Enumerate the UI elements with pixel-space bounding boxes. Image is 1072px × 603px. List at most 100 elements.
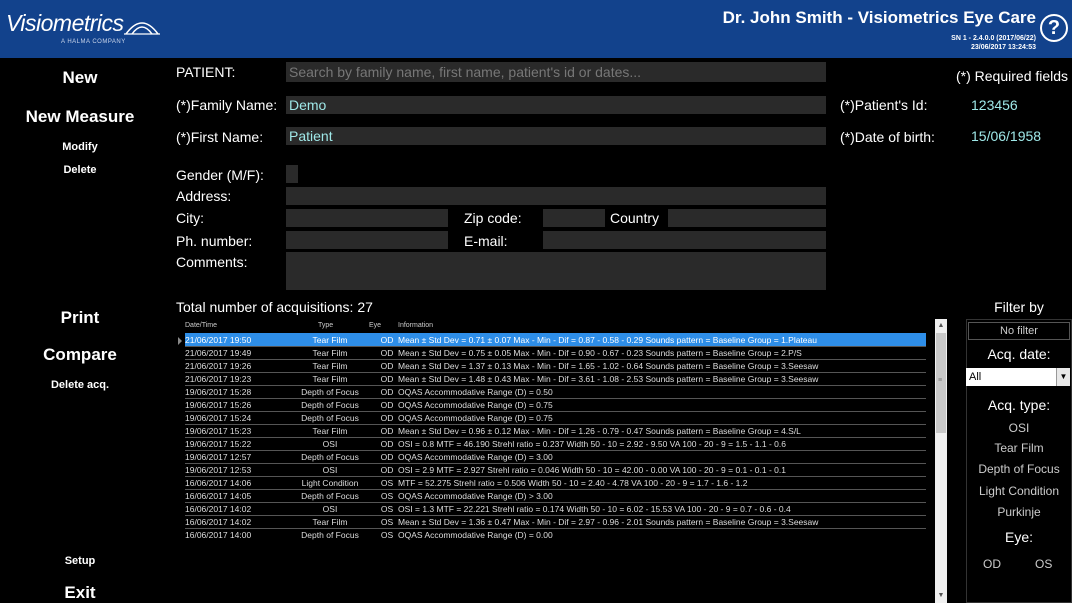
cell-datetime: 16/06/2017 14:05 (185, 491, 252, 501)
cell-eye: OS (380, 517, 394, 527)
scroll-grip-icon: ≡ (938, 377, 943, 384)
cell-information: Mean ± Std Dev = 0.71 ± 0.07 Max - Min -… (398, 335, 817, 345)
table-scrollbar[interactable]: ▲ ≡ ▼ (935, 319, 947, 603)
scroll-down-icon[interactable]: ▼ (937, 591, 945, 601)
compare-button[interactable]: Compare (0, 345, 160, 365)
comments-field[interactable] (286, 252, 826, 290)
phone-label: Ph. number: (176, 233, 253, 249)
table-row[interactable]: 19/06/2017 12:53 OSI OD OSI = 2.9 MTF = 2.9… (185, 463, 926, 476)
phone-field[interactable] (286, 231, 448, 249)
acq-date-dropdown[interactable]: All ▼ (966, 368, 1070, 386)
cell-type: Light Condition (301, 478, 359, 488)
visiometrics-logo: Visiometrics A HALMA COMPANY (6, 10, 176, 50)
table-row[interactable]: 21/06/2017 19:49 Tear Film OD Mean ± Std De… (185, 346, 926, 359)
table-row[interactable]: 16/06/2017 14:06 Light Condition OS MTF = 5… (185, 476, 926, 489)
filter-type-light-condition[interactable]: Light Condition (967, 484, 1071, 498)
eye-label: Eye: (1004, 529, 1033, 545)
cell-eye: OS (380, 504, 394, 514)
exit-button[interactable]: Exit (0, 583, 160, 603)
cell-eye: OD (380, 413, 394, 423)
cell-type: Depth of Focus (301, 452, 359, 462)
print-button[interactable]: Print (0, 308, 160, 328)
table-row[interactable]: 16/06/2017 14:02 Tear Film OS Mean ± Std De… (185, 515, 926, 528)
delete-button[interactable]: Delete (0, 164, 160, 176)
delete-acq-button[interactable]: Delete acq. (0, 379, 160, 391)
column-header-type[interactable]: Type (318, 322, 333, 329)
table-row[interactable]: 21/06/2017 19:50 Tear Film OD Mean ± Std De… (185, 333, 926, 346)
cell-type: OSI (322, 465, 338, 475)
cell-information: OSI = 0.8 MTF = 46.190 Strehl ratio = 0.… (398, 439, 786, 449)
app-header: Visiometrics A HALMA COMPANY Dr. John Sm… (0, 0, 1072, 58)
zip-code-field[interactable] (543, 209, 605, 227)
table-row[interactable]: 16/06/2017 14:00 Depth of Focus OS OQAS Acc… (185, 528, 926, 541)
table-row[interactable]: 19/06/2017 15:28 Depth of Focus OD OQAS Acc… (185, 385, 926, 398)
filter-type-purkinje[interactable]: Purkinje (967, 505, 1071, 519)
cell-eye: OD (380, 400, 394, 410)
total-acquisitions-label: Total number of acquisitions: 27 (176, 299, 373, 315)
setup-button[interactable]: Setup (0, 555, 160, 567)
table-row[interactable]: 19/06/2017 15:24 Depth of Focus OD OQAS Acc… (185, 411, 926, 424)
filter-eye-od[interactable]: OD (983, 557, 1001, 571)
column-header-eye[interactable]: Eye (369, 322, 381, 329)
table-row[interactable]: 19/06/2017 15:22 OSI OD OSI = 0.8 MTF = 46.… (185, 437, 926, 450)
cell-type: Depth of Focus (301, 413, 359, 423)
cell-information: OQAS Accommodative Range (D) = 0.00 (398, 530, 553, 540)
table-row[interactable]: 21/06/2017 19:26 Tear Film OD Mean ± Std De… (185, 359, 926, 372)
country-field[interactable] (668, 209, 826, 227)
cell-datetime: 21/06/2017 19:23 (185, 374, 252, 384)
cell-type: OSI (322, 439, 338, 449)
new-measure-button[interactable]: New Measure (0, 107, 160, 127)
table-row[interactable]: 16/06/2017 14:02 OSI OS OSI = 1.3 MTF = 22.… (185, 502, 926, 515)
gender-field[interactable] (286, 165, 298, 183)
cell-eye: OD (380, 426, 394, 436)
filter-type-tear-film[interactable]: Tear Film (967, 441, 1071, 455)
logo-tagline: A HALMA COMPANY (61, 39, 126, 45)
help-icon: ? (1042, 16, 1066, 40)
family-name-label: (*)Family Name: (176, 97, 278, 113)
column-header-information[interactable]: Information (398, 322, 433, 329)
address-field[interactable] (286, 187, 826, 205)
new-button[interactable]: New (0, 68, 160, 88)
cell-datetime: 21/06/2017 19:50 (185, 335, 252, 345)
table-row[interactable]: 16/06/2017 14:05 Depth of Focus OS OQAS Acc… (185, 489, 926, 502)
acq-date-label: Acq. date: (987, 346, 1051, 362)
help-button[interactable]: ? (1038, 12, 1070, 44)
cell-information: Mean ± Std Dev = 1.48 ± 0.43 Max - Min -… (398, 374, 819, 384)
filter-type-depth-of-focus[interactable]: Depth of Focus (967, 462, 1071, 476)
cell-information: Mean ± Std Dev = 1.36 ± 0.47 Max - Min -… (398, 517, 819, 527)
family-name-field[interactable]: Demo (286, 96, 826, 114)
version-line: SN 1 - 2.4.0.0 (2017/06/22) (951, 35, 1036, 42)
table-row[interactable]: 19/06/2017 12:57 Depth of Focus OD OQAS Acc… (185, 450, 926, 463)
cell-eye: OD (380, 361, 394, 371)
table-header: Date/Time Type Eye Information (176, 319, 926, 333)
cell-eye: OD (380, 452, 394, 462)
patient-id-field[interactable]: 123456 (968, 96, 1072, 114)
current-row-marker-icon (178, 337, 182, 345)
email-field[interactable] (543, 231, 826, 249)
filter-type-osi[interactable]: OSI (967, 421, 1071, 435)
table-row[interactable]: 19/06/2017 15:23 Tear Film OD Mean ± Std De… (185, 424, 926, 437)
first-name-field[interactable]: Patient (286, 127, 826, 145)
cell-datetime: 19/06/2017 12:57 (185, 452, 252, 462)
cell-datetime: 21/06/2017 19:49 (185, 348, 252, 358)
cell-datetime: 16/06/2017 14:02 (185, 504, 252, 514)
scroll-up-icon[interactable]: ▲ (937, 321, 945, 331)
cell-type: Tear Film (312, 348, 348, 358)
modify-button[interactable]: Modify (0, 141, 160, 153)
cell-datetime: 19/06/2017 15:26 (185, 400, 252, 410)
table-row[interactable]: 19/06/2017 15:26 Depth of Focus OD OQAS Acc… (185, 398, 926, 411)
table-row[interactable]: 21/06/2017 19:23 Tear Film OD Mean ± Std De… (185, 372, 926, 385)
logo-arc-icon (124, 22, 160, 35)
cell-eye: OD (380, 465, 394, 475)
dob-field[interactable]: 15/06/1958 (968, 127, 1072, 145)
chevron-down-icon[interactable]: ▼ (1056, 368, 1070, 386)
filter-title: Filter by (994, 299, 1044, 315)
city-field[interactable] (286, 209, 448, 227)
filter-eye-os[interactable]: OS (1035, 557, 1052, 571)
patient-search-input[interactable]: Search by family name, first name, patie… (286, 62, 826, 82)
column-header-datetime[interactable]: Date/Time (185, 322, 217, 329)
no-filter-button[interactable]: No filter (968, 322, 1070, 340)
cell-type: Tear Film (312, 374, 348, 384)
cell-datetime: 16/06/2017 14:02 (185, 517, 252, 527)
timestamp-line: 23/06/2017 13:24:53 (971, 44, 1036, 51)
